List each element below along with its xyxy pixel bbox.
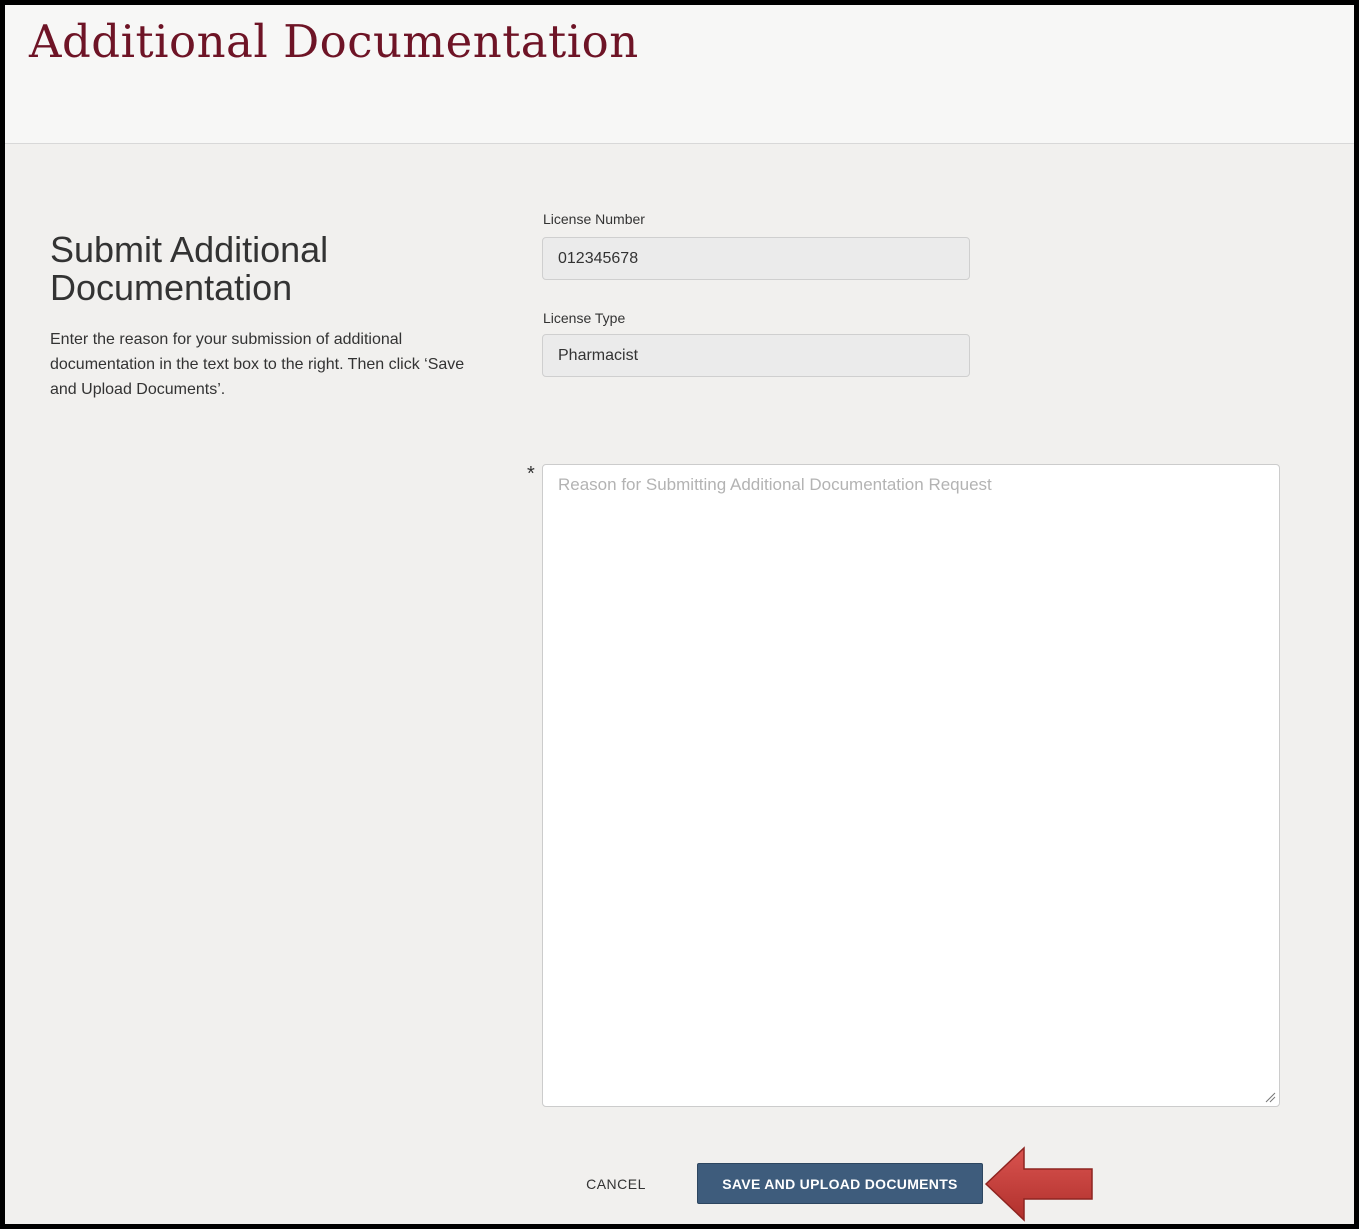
license-number-field: 012345678 <box>542 237 970 280</box>
resize-grip-icon[interactable] <box>1264 1091 1276 1103</box>
license-type-label: License Type <box>543 310 626 326</box>
section-description: Enter the reason for your submission of … <box>50 331 465 398</box>
license-type-field: Pharmacist <box>542 334 970 377</box>
page-header: Additional Documentation <box>5 5 1354 144</box>
intro-panel: Submit Additional Documentation Enter th… <box>50 231 470 402</box>
arrow-left-icon <box>984 1146 1093 1222</box>
page-title: Additional Documentation <box>29 15 639 68</box>
section-title: Submit Additional Documentation <box>50 229 329 308</box>
required-marker: * <box>527 463 535 485</box>
save-and-upload-button[interactable]: SAVE AND UPLOAD DOCUMENTS <box>697 1163 983 1204</box>
cancel-button[interactable]: CANCEL <box>571 1166 661 1202</box>
reason-textarea[interactable] <box>542 464 1280 1107</box>
license-number-label: License Number <box>543 211 645 227</box>
page-frame: Additional Documentation Submit Addition… <box>0 0 1359 1229</box>
